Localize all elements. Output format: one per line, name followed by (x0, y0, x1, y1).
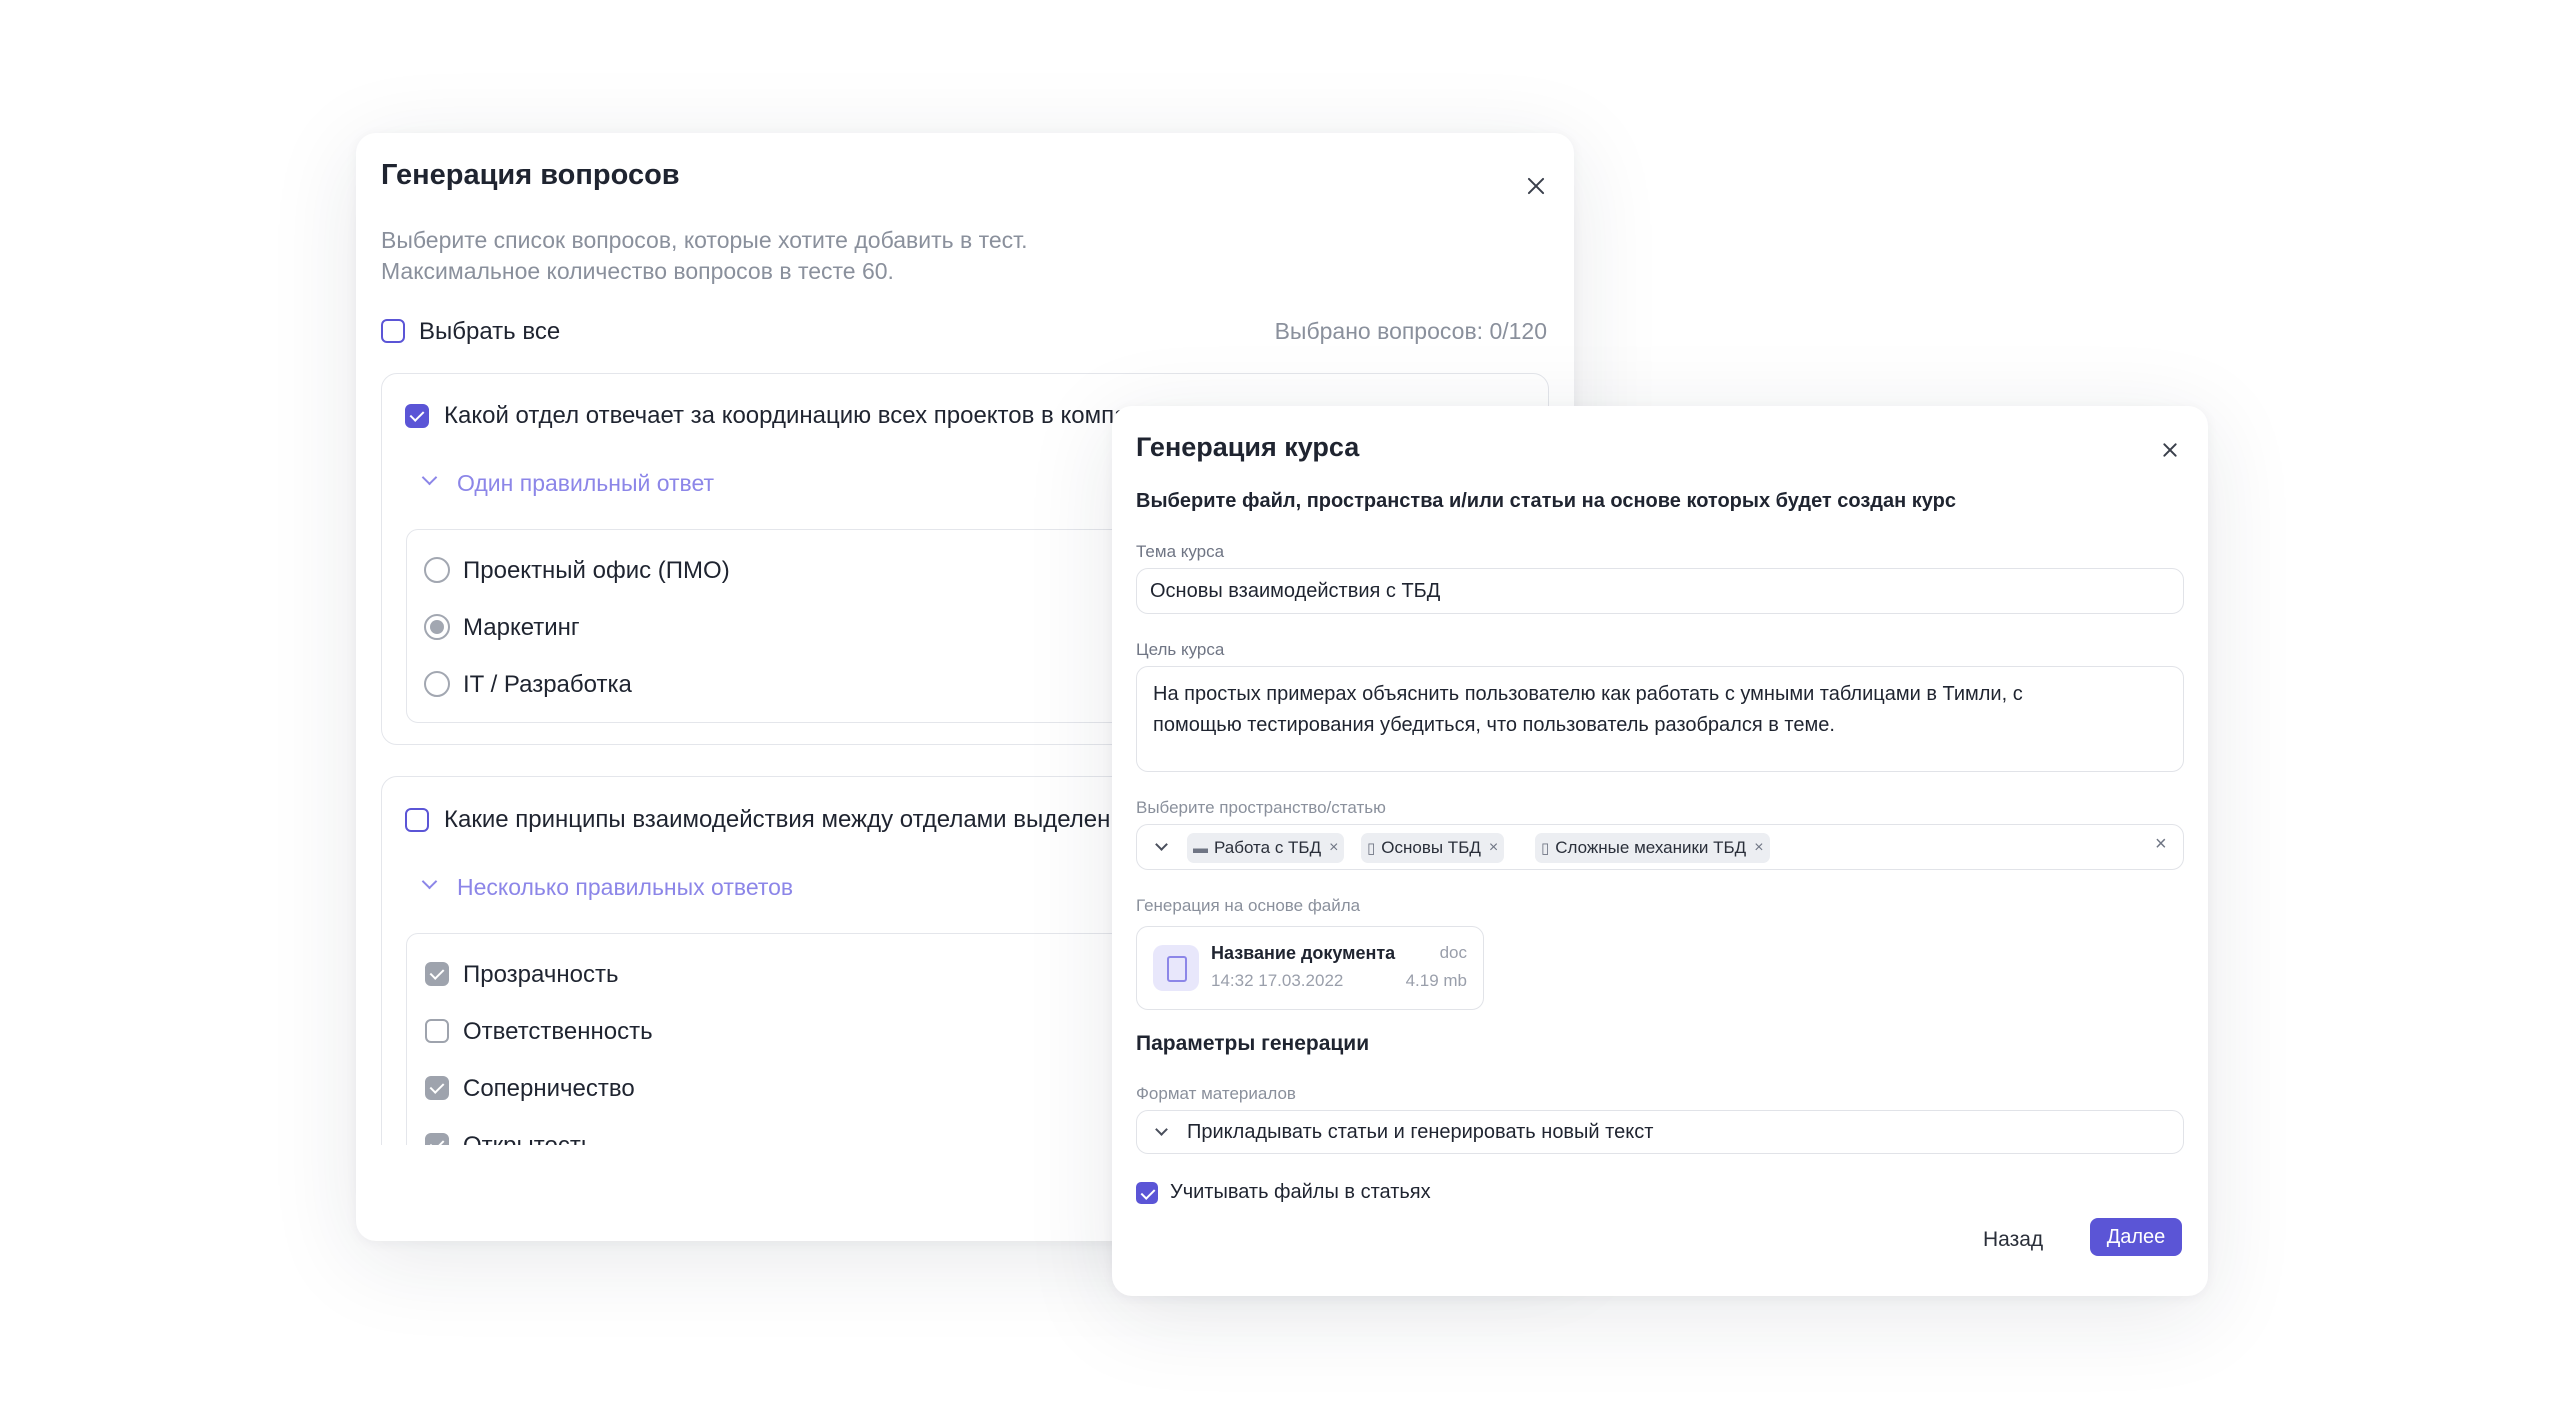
option-label: IT / Разработка (463, 671, 632, 698)
chevron-down-icon[interactable] (1155, 1123, 1168, 1136)
question-checkbox[interactable] (405, 404, 429, 428)
option-radio[interactable] (424, 671, 450, 697)
next-button[interactable]: Далее (2090, 1218, 2182, 1256)
option-checkbox[interactable] (425, 1019, 449, 1043)
modal-subtitle: Выберите файл, пространства и/или статьи… (1136, 490, 1956, 512)
back-button[interactable]: Назад (1983, 1228, 2043, 1252)
chevron-down-icon[interactable] (421, 873, 438, 890)
consider-files-checkbox[interactable] (1136, 1182, 1158, 1204)
answer-type[interactable]: Один правильный ответ (457, 470, 714, 497)
chevron-down-icon[interactable] (1155, 838, 1168, 851)
goal-label: Цель курса (1136, 640, 1225, 659)
option-checkbox[interactable] (425, 1076, 449, 1100)
topic-label: Тема курса (1136, 542, 1225, 561)
spaces-label: Выберите пространство/статью (1136, 798, 1386, 817)
option-radio[interactable] (424, 614, 450, 640)
tag-label: Основы ТБД (1381, 838, 1481, 857)
modal-title: Генерация курса (1136, 432, 1360, 462)
goal-value: На простых примерах объяснить пользовате… (1153, 679, 2023, 741)
file-date: 14:32 17.03.2022 (1211, 971, 1344, 990)
format-value: Прикладывать статьи и генерировать новый… (1187, 1121, 1654, 1143)
params-title: Параметры генерации (1136, 1032, 1370, 1055)
close-icon[interactable] (2162, 442, 2178, 458)
question-checkbox[interactable] (405, 808, 429, 832)
question-text: Какие принципы взаимодействия между отде… (444, 806, 1142, 833)
folder-icon: ▬ (1193, 839, 1208, 857)
option-label: Соперничество (463, 1075, 635, 1102)
course-generation-modal: Генерация курса Выберите файл, пространс… (1112, 406, 2208, 1296)
goal-line: помощью тестирования убедиться, что поль… (1153, 714, 1835, 736)
topic-value: Основы взаимодействия с ТБД (1150, 580, 1441, 602)
space-tag: ▬ Работа с ТБД × (1187, 833, 1345, 863)
option-label: Проектный офис (ПМО) (463, 557, 730, 584)
remove-tag-icon[interactable]: × (1489, 839, 1498, 857)
option-label: Ответственность (463, 1018, 653, 1045)
file-name: Название документа (1211, 943, 1396, 963)
option-checkbox[interactable] (425, 1133, 449, 1145)
remove-tag-icon[interactable]: × (1754, 839, 1763, 857)
goal-textarea[interactable]: На простых примерах объяснить пользовате… (1136, 666, 2184, 772)
option-label: Открытость (463, 1132, 593, 1145)
tag-label: Работа с ТБД (1214, 838, 1322, 857)
file-card[interactable]: Название документа doc 14:32 17.03.2022 … (1136, 926, 1484, 1010)
consider-files-label: Учитывать файлы в статьях (1170, 1181, 1431, 1203)
answer-type[interactable]: Несколько правильных ответов (457, 874, 793, 901)
option-label: Прозрачность (463, 961, 619, 988)
option-checkbox[interactable] (425, 962, 449, 986)
format-select[interactable]: Прикладывать статьи и генерировать новый… (1136, 1110, 2184, 1154)
file-size: 4.19 mb (1405, 971, 1467, 990)
article-tag: ▯ Сложные механики ТБД × (1535, 833, 1770, 863)
tag-label: Сложные механики ТБД (1555, 838, 1747, 857)
article-tag: ▯ Основы ТБД × (1361, 833, 1505, 863)
topic-input[interactable]: Основы взаимодействия с ТБД (1136, 568, 2184, 614)
file-ext: doc (1439, 943, 1467, 962)
goal-line: На простых примерах объяснить пользовате… (1153, 683, 2023, 705)
file-label: Генерация на основе файла (1136, 896, 1361, 915)
option-radio[interactable] (424, 557, 450, 583)
chevron-down-icon[interactable] (421, 469, 438, 486)
format-label: Формат материалов (1136, 1084, 1296, 1103)
question-text: Какой отдел отвечает за координацию всех… (444, 402, 1181, 429)
document-icon: ▯ (1541, 840, 1550, 857)
clear-all-icon[interactable]: × (2155, 833, 2167, 856)
spaces-select[interactable]: ▬ Работа с ТБД × ▯ Основы ТБД × ▯ Сложны… (1136, 824, 2184, 870)
remove-tag-icon[interactable]: × (1329, 839, 1338, 857)
document-icon: ▯ (1367, 840, 1376, 857)
file-icon (1153, 945, 1199, 991)
option-label: Маркетинг (463, 614, 580, 641)
